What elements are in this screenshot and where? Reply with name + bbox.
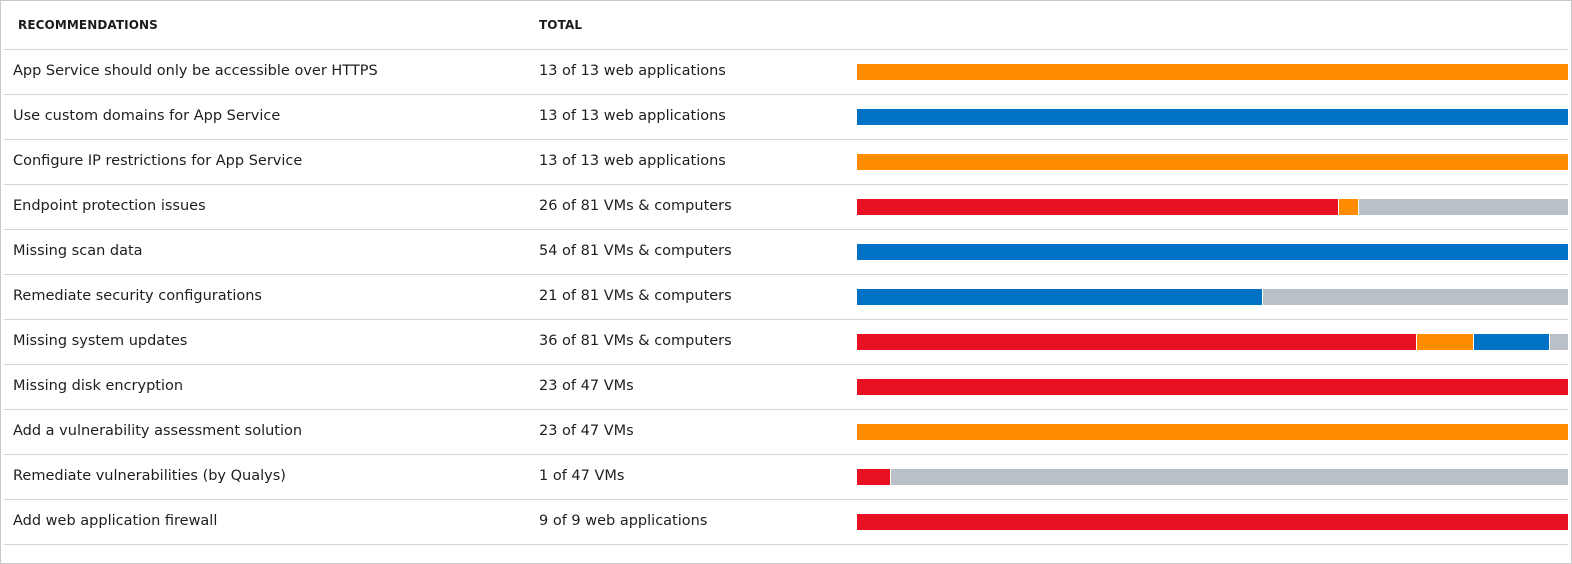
recommendation-total: 1 of 47 VMs — [539, 468, 625, 484]
recommendation-name: Remediate vulnerabilities (by Qualys) — [13, 468, 286, 484]
severity-bar — [857, 514, 1568, 530]
recommendation-name: Add a vulnerability assessment solution — [13, 423, 303, 439]
severity-bar-segment-medium — [857, 154, 1568, 170]
severity-bar — [857, 334, 1568, 350]
recommendation-name: Configure IP restrictions for App Servic… — [13, 153, 303, 169]
recommendation-name: Add web application firewall — [13, 513, 218, 529]
table-row[interactable]: Missing disk encryption 23 of 47 VMs — [4, 365, 1568, 410]
severity-bar-segment-healthy — [1357, 199, 1568, 215]
recommendation-total: 13 of 13 web applications — [539, 108, 726, 124]
severity-bar-segment-high — [857, 199, 1338, 215]
recommendation-name: App Service should only be accessible ov… — [13, 63, 378, 79]
table-row[interactable]: Endpoint protection issues 26 of 81 VMs &… — [4, 185, 1568, 230]
recommendations-table: RECOMMENDATIONS TOTAL App Service should… — [4, 1, 1568, 545]
recommendations-panel: RECOMMENDATIONS TOTAL App Service should… — [0, 0, 1572, 564]
recommendation-total: 13 of 13 web applications — [539, 153, 726, 169]
table-row[interactable]: Remediate security configurations 21 of 8… — [4, 275, 1568, 320]
severity-bar-segment-high — [857, 469, 890, 485]
recommendation-total: 26 of 81 VMs & computers — [539, 198, 732, 214]
severity-bar-segment-high — [857, 379, 1568, 395]
recommendation-total: 13 of 13 web applications — [539, 63, 726, 79]
severity-bar-segment-low — [857, 109, 1568, 125]
severity-bar-segment-medium — [857, 64, 1568, 80]
severity-bar-segment-low — [1473, 334, 1550, 350]
column-header-recommendations[interactable]: RECOMMENDATIONS — [18, 18, 158, 32]
severity-bar — [857, 244, 1568, 260]
recommendation-total: 36 of 81 VMs & computers — [539, 333, 732, 349]
severity-bar-segment-high — [857, 334, 1416, 350]
table-row[interactable]: Add web application firewall 9 of 9 web a… — [4, 500, 1568, 545]
severity-bar — [857, 289, 1568, 305]
severity-bar-segment-healthy — [889, 469, 1568, 485]
severity-bar — [857, 424, 1568, 440]
severity-bar — [857, 469, 1568, 485]
table-header: RECOMMENDATIONS TOTAL — [4, 1, 1568, 50]
severity-bar — [857, 154, 1568, 170]
severity-bar-segment-healthy — [1261, 289, 1568, 305]
column-header-total[interactable]: TOTAL — [539, 18, 582, 32]
severity-bar-segment-low — [857, 289, 1262, 305]
table-row[interactable]: Missing system updates 36 of 81 VMs & com… — [4, 320, 1568, 365]
severity-bar-segment-low — [857, 244, 1568, 260]
recommendation-total: 54 of 81 VMs & computers — [539, 243, 732, 259]
severity-bar — [857, 199, 1568, 215]
severity-bar-segment-medium — [1337, 199, 1358, 215]
severity-bar — [857, 379, 1568, 395]
table-row[interactable]: Remediate vulnerabilities (by Qualys) 1 o… — [4, 455, 1568, 500]
severity-bar-segment-healthy — [1549, 334, 1568, 350]
severity-bar-segment-medium — [1415, 334, 1474, 350]
severity-bar — [857, 109, 1568, 125]
recommendation-total: 21 of 81 VMs & computers — [539, 288, 732, 304]
recommendation-name: Missing disk encryption — [13, 378, 184, 394]
recommendation-total: 9 of 9 web applications — [539, 513, 708, 529]
recommendation-name: Endpoint protection issues — [13, 198, 206, 214]
table-body: App Service should only be accessible ov… — [4, 50, 1568, 545]
recommendation-name: Missing scan data — [13, 243, 143, 259]
recommendation-total: 23 of 47 VMs — [539, 378, 634, 394]
severity-bar-segment-medium — [857, 424, 1568, 440]
severity-bar — [857, 64, 1568, 80]
recommendation-name: Use custom domains for App Service — [13, 108, 281, 124]
table-row[interactable]: Configure IP restrictions for App Servic… — [4, 140, 1568, 185]
recommendation-name: Remediate security configurations — [13, 288, 262, 304]
recommendation-total: 23 of 47 VMs — [539, 423, 634, 439]
severity-bar-segment-high — [857, 514, 1568, 530]
table-row[interactable]: App Service should only be accessible ov… — [4, 50, 1568, 95]
table-row[interactable]: Use custom domains for App Service 13 of … — [4, 95, 1568, 140]
recommendation-name: Missing system updates — [13, 333, 188, 349]
table-row[interactable]: Add a vulnerability assessment solution 2… — [4, 410, 1568, 455]
table-row[interactable]: Missing scan data 54 of 81 VMs & computer… — [4, 230, 1568, 275]
